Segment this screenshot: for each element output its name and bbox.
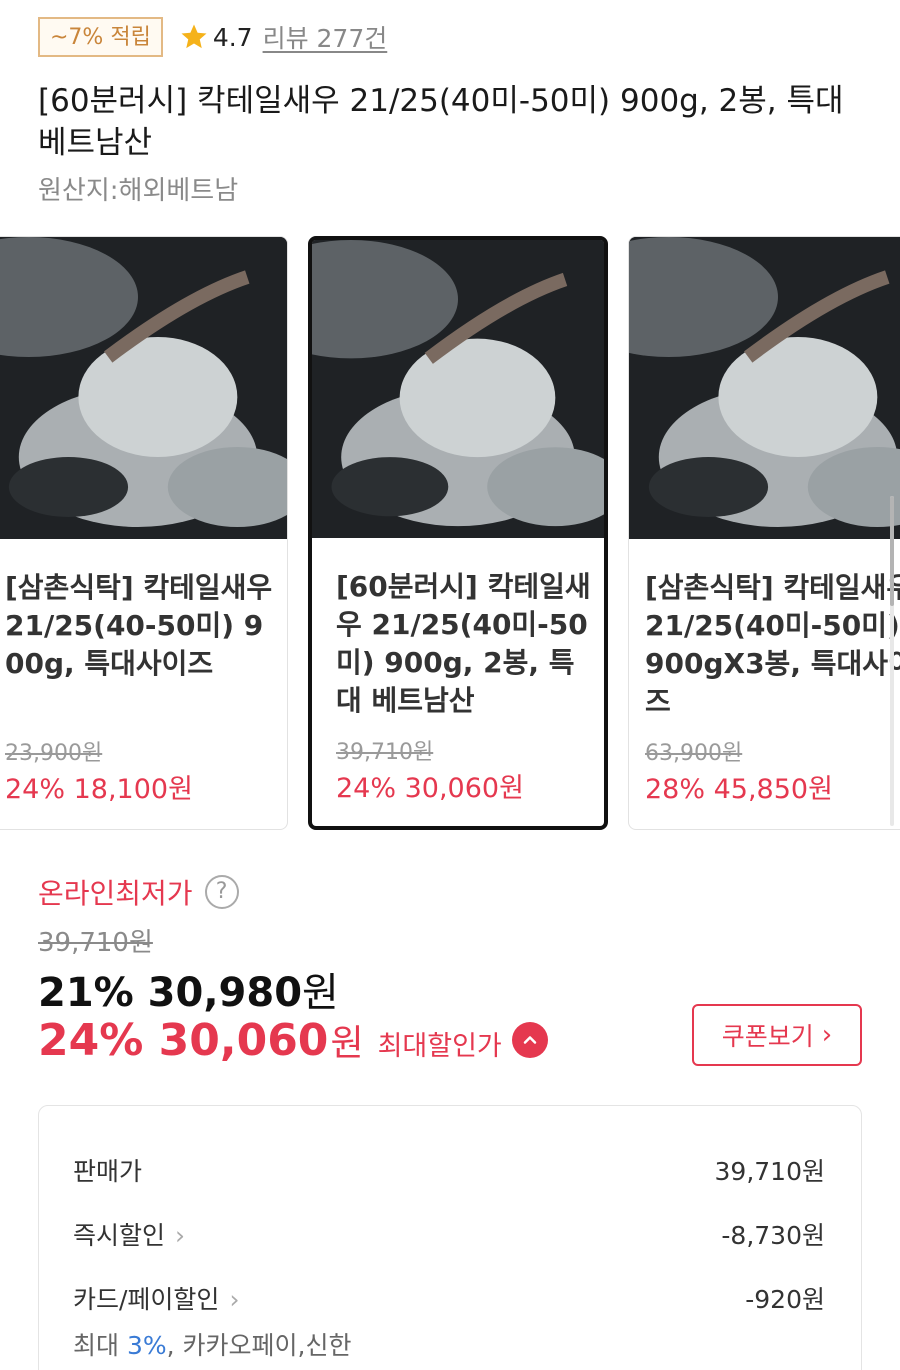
option-name: [삼촌식탁] 칵테일새우 21/25(40미-50미) 900gX3봉, 특대사… — [645, 571, 900, 718]
list-price: 39,710원 — [38, 928, 153, 958]
option-card[interactable]: [삼촌식탁] 칵테일새우 21/25(40미-50미) 900gX3봉, 특대사… — [628, 236, 900, 830]
breakdown-value: -8,730원 — [721, 1221, 825, 1250]
chevron-right-icon: › — [175, 1221, 186, 1250]
shrimp-image — [312, 240, 604, 538]
option-card[interactable]: [삼촌식탁] 칵테일새우 21/25(40-50미) 900g, 특대사이즈 2… — [0, 236, 288, 830]
coupon-button-label: 쿠폰보기 — [721, 1022, 814, 1051]
breakdown-row[interactable]: 카드/페이할인 › -920원 — [73, 1280, 825, 1316]
product-title: [60분러시] 칵테일새우 21/25(40미-50미) 900g, 2봉, 특… — [38, 83, 844, 161]
discount-price-value: 21% 30,980 — [38, 970, 303, 1016]
card-discount-note: 최대 3%, 카카오페이,신한 — [73, 1326, 351, 1362]
breakdown-label: 카드/페이할인 — [73, 1285, 220, 1314]
rating-row: ~7% 적립 4.7 리뷰 277건 — [38, 16, 387, 58]
review-link[interactable]: 리뷰 277건 — [263, 19, 388, 55]
chevron-right-icon: › — [821, 1020, 833, 1050]
option-name: [60분러시] 칵테일새우 21/25(40미-50미) 900g, 2봉, 특… — [336, 570, 591, 717]
option-sale-price: 28% 45,850원 — [645, 774, 833, 805]
shrimp-image — [629, 237, 900, 539]
breakdown-label: 즉시할인 — [73, 1221, 166, 1250]
coupon-button[interactable]: 쿠폰보기 › — [692, 1004, 862, 1066]
option-sale-price: 24% 18,100원 — [5, 774, 193, 805]
scrollbar[interactable] — [890, 496, 894, 826]
option-card-selected[interactable]: [60분러시] 칵테일새우 21/25(40미-50미) 900g, 2봉, 특… — [308, 236, 608, 830]
breakdown-label: 판매가 — [73, 1157, 143, 1186]
currency-unit: 원 — [302, 970, 339, 1016]
note-prefix: 최대 — [73, 1331, 127, 1360]
note-percent: 3% — [126, 1331, 167, 1360]
scrollbar-thumb[interactable] — [890, 496, 894, 606]
rating-value: 4.7 — [212, 22, 253, 52]
origin-label: 원산지:해외베트남 — [38, 176, 239, 206]
note-suffix: , 카카오페이,신한 — [166, 1331, 352, 1360]
lowest-price-label: 온라인최저가 ? — [38, 872, 239, 912]
chevron-right-icon: › — [229, 1285, 240, 1314]
option-original-price: 39,710원 — [336, 740, 434, 765]
max-discount-value: 24% 30,060 — [38, 1015, 329, 1066]
currency-unit: 원 — [330, 1023, 364, 1064]
star-icon — [179, 22, 209, 52]
option-original-price: 63,900원 — [645, 741, 743, 766]
price-breakdown: 판매가 39,710원 즉시할인 › -8,730원 카드/페이할인 › -920원… — [38, 1105, 862, 1370]
help-icon[interactable]: ? — [204, 875, 239, 909]
breakdown-value: 39,710원 — [714, 1157, 825, 1186]
points-badge: ~7% 적립 — [38, 17, 163, 57]
breakdown-row[interactable]: 즉시할인 › -8,730원 — [73, 1216, 825, 1252]
breakdown-value: -920원 — [745, 1285, 825, 1314]
shrimp-image — [0, 237, 287, 539]
discount-price: 21% 30,980원 — [38, 960, 339, 1018]
max-discount-price: 24% 30,060 원 최대할인가 — [38, 1014, 548, 1066]
lowest-price-text: 온라인최저가 — [38, 877, 193, 910]
chevron-up-icon[interactable] — [511, 1022, 548, 1058]
breakdown-row: 판매가 39,710원 — [73, 1152, 825, 1188]
option-sale-price: 24% 30,060원 — [336, 773, 524, 804]
max-discount-label: 최대할인가 — [377, 1031, 502, 1062]
option-carousel[interactable]: [삼촌식탁] 칵테일새우 21/25(40-50미) 900g, 특대사이즈 2… — [0, 236, 900, 832]
option-original-price: 23,900원 — [5, 741, 103, 766]
option-name: [삼촌식탁] 칵테일새우 21/25(40-50미) 900g, 특대사이즈 — [5, 571, 273, 680]
